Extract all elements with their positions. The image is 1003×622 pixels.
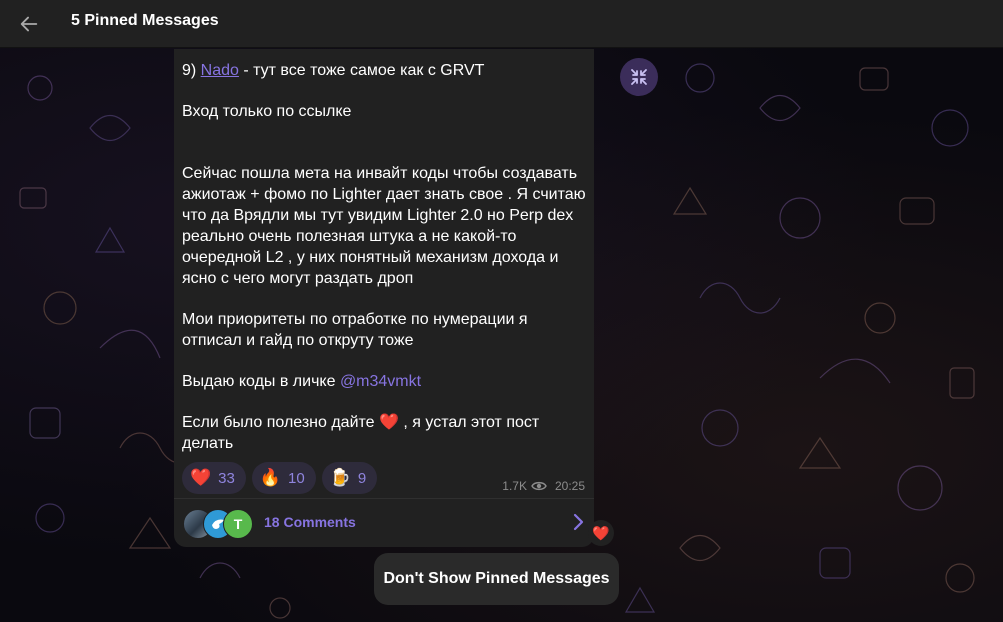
collapse-button[interactable]: [620, 58, 658, 96]
line1-prefix: 9): [182, 62, 201, 79]
pinned-header: 5 Pinned Messages: [0, 0, 1003, 48]
chevron-right-icon: [573, 513, 584, 531]
heart-reaction-badge[interactable]: ❤️: [588, 520, 614, 546]
message-paragraph-5: Выдаю коды в личке @m34vmkt: [182, 371, 587, 392]
p6-prefix: Если было полезно дайте: [182, 414, 380, 431]
message-text: 9) Nado - тут все тоже самое как с GRVT …: [182, 60, 587, 474]
reaction-fire[interactable]: 🔥 10: [251, 462, 316, 494]
message-paragraph-2: Вход только по ссылке: [182, 103, 352, 120]
message-line-1: 9) Nado - тут все тоже самое как с GRVT: [182, 60, 587, 81]
heart-emoji: ❤️: [379, 414, 399, 431]
p5-prefix: Выдаю коды в личке: [182, 373, 340, 390]
reaction-count: 33: [218, 469, 235, 487]
message-meta: 1.7K 20:25: [502, 479, 585, 493]
arrow-left-icon: [20, 16, 38, 32]
reaction-count: 10: [288, 469, 305, 487]
dont-show-pinned-button[interactable]: Don't Show Pinned Messages: [374, 553, 619, 605]
user-mention-link[interactable]: @m34vmkt: [340, 373, 421, 390]
comments-button[interactable]: T 18 Comments: [174, 499, 594, 547]
heart-reaction-icon: ❤️: [190, 468, 212, 487]
avatar: T: [223, 509, 253, 539]
beer-reaction-icon: 🍺: [329, 468, 351, 487]
page-title: 5 Pinned Messages: [71, 12, 219, 29]
message-paragraph-6: Если было полезно дайте ❤️ , я устал это…: [182, 412, 587, 454]
comments-label: 18 Comments: [264, 514, 356, 530]
reaction-count: 9: [357, 469, 367, 487]
line1-suffix: - тут все тоже самое как с GRVT: [238, 62, 485, 79]
eye-icon: [531, 481, 547, 491]
nado-link[interactable]: Nado: [201, 62, 239, 79]
pinned-message-bubble: 9) Nado - тут все тоже самое как с GRVT …: [174, 49, 594, 547]
reaction-beer[interactable]: 🍺 9: [321, 462, 378, 494]
fire-reaction-icon: 🔥: [259, 468, 282, 487]
message-time: 20:25: [554, 479, 585, 493]
reaction-heart[interactable]: ❤️ 33: [182, 462, 246, 494]
back-button[interactable]: [13, 8, 45, 40]
collapse-arrows-icon: [631, 69, 647, 85]
view-count: 1.7K: [502, 479, 527, 493]
reactions-bar: ❤️ 33 🔥 10 🍺 9: [182, 462, 378, 494]
message-paragraph-4: Мои приоритеты по отработке по нумерации…: [182, 311, 528, 349]
message-paragraph-3: Сейчас пошла мета на инвайт коды чтобы с…: [182, 165, 586, 287]
commenter-avatars: T: [183, 509, 255, 539]
